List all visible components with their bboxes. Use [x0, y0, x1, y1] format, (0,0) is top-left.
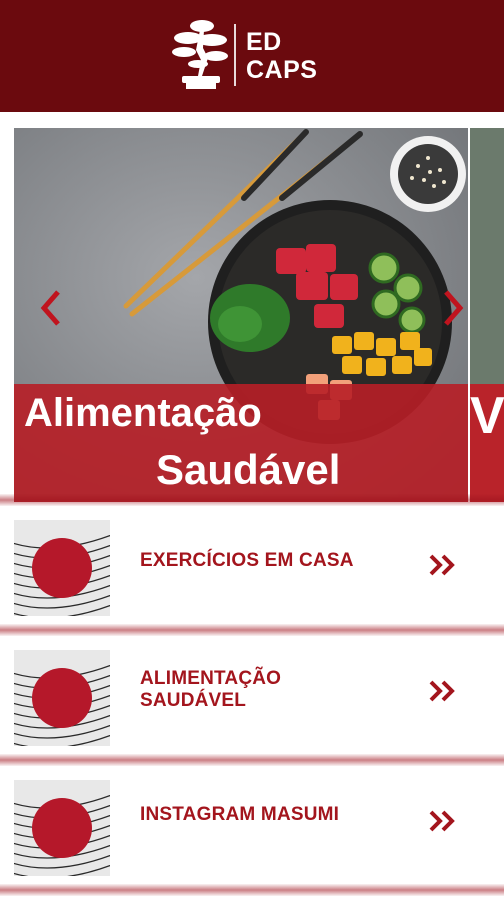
divider: [0, 754, 504, 766]
menu-item-instagram-masumi[interactable]: INSTAGRAM MASUMI: [0, 766, 504, 882]
menu-item-label-line1: ALIMENTAÇÃO: [140, 668, 282, 689]
next-slide-title: V: [470, 387, 504, 445]
divider: [0, 494, 504, 506]
rising-sun-thumbnail: [14, 650, 110, 746]
menu-item-label: INSTAGRAM MASUMI: [140, 804, 339, 826]
next-slide-peek[interactable]: V: [470, 128, 504, 502]
menu-item-label: ALIMENTAÇÃO SAUDÁVEL: [140, 668, 281, 712]
logo-line1: ED: [246, 28, 282, 56]
ed-caps-logo[interactable]: ED CAPS: [172, 18, 332, 92]
rising-sun-thumbnail: [14, 520, 110, 616]
logo-wordmark: ED CAPS: [246, 28, 317, 84]
rising-sun-image: [14, 780, 110, 876]
slide-caption: Alimentação Saudável: [14, 384, 468, 502]
carousel-slide[interactable]: Alimentação Saudável: [14, 128, 468, 502]
menu-item-exercicios-em-casa[interactable]: EXERCÍCIOS EM CASA: [0, 506, 504, 622]
double-chevron-right-icon[interactable]: [428, 808, 458, 834]
bonsai-tree-icon: [172, 20, 228, 89]
double-chevron-right-icon[interactable]: [428, 678, 458, 704]
app-header: ED CAPS: [0, 0, 504, 112]
logo-divider: [234, 24, 236, 86]
rising-sun-thumbnail: [14, 780, 110, 876]
rising-sun-image: [14, 520, 110, 616]
menu-item-label: EXERCÍCIOS EM CASA: [140, 550, 354, 572]
slide-title-line2: Saudável: [156, 446, 341, 493]
logo-line2: CAPS: [246, 56, 318, 84]
divider: [0, 884, 504, 896]
menu-list: EXERCÍCIOS EM CASA ALIMENTAÇÃO SAUDÁVEL: [0, 494, 504, 900]
menu-item-label-line2: SAUDÁVEL: [140, 690, 247, 711]
double-chevron-right-icon[interactable]: [428, 552, 458, 578]
slide-title-line1: Alimentação: [24, 391, 262, 435]
menu-item-label-line1: EXERCÍCIOS EM CASA: [140, 550, 354, 571]
hero-carousel[interactable]: Alimentação Saudável V: [0, 112, 504, 502]
carousel-next-button[interactable]: [438, 288, 468, 328]
menu-item-label-line1: INSTAGRAM MASUMI: [140, 804, 340, 825]
menu-item-alimentacao-saudavel[interactable]: ALIMENTAÇÃO SAUDÁVEL: [0, 636, 504, 752]
divider: [0, 624, 504, 636]
chevron-left-icon: [40, 290, 60, 326]
carousel-prev-button[interactable]: [36, 288, 66, 328]
chevron-right-icon: [444, 290, 464, 326]
rising-sun-image: [14, 650, 110, 746]
